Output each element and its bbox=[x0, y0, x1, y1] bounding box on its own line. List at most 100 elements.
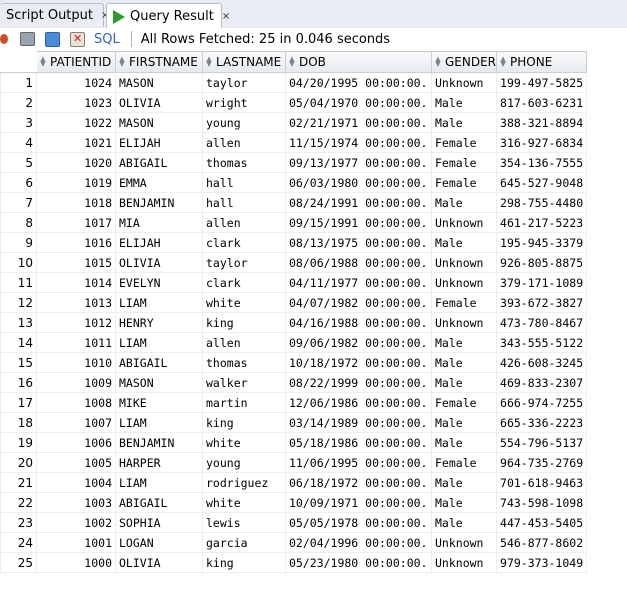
lastname-cell[interactable]: king bbox=[202, 552, 286, 573]
phone-cell[interactable]: 554-796-5137 bbox=[496, 432, 588, 453]
firstname-cell[interactable]: EMMA bbox=[115, 172, 203, 193]
phone-cell[interactable]: 645-527-9048 bbox=[496, 172, 588, 193]
gender-cell[interactable]: Male bbox=[430, 472, 498, 493]
patientid-cell[interactable]: 1001 bbox=[36, 532, 116, 553]
dob-cell[interactable]: 10/09/1971 00:00:00. bbox=[285, 492, 432, 513]
dob-cell[interactable]: 11/15/1974 00:00:00. bbox=[285, 132, 432, 153]
gender-cell[interactable]: Male bbox=[430, 352, 498, 373]
print-icon[interactable] bbox=[20, 32, 35, 46]
table-row[interactable]: 21 1004 LIAM rodriguez 06/18/1972 00:00:00. M… bbox=[0, 472, 588, 493]
gender-cell[interactable]: Female bbox=[430, 132, 498, 153]
patientid-cell[interactable]: 1005 bbox=[36, 452, 116, 473]
firstname-cell[interactable]: LIAM bbox=[115, 332, 203, 353]
firstname-cell[interactable]: BENJAMIN bbox=[115, 432, 203, 453]
lastname-cell[interactable]: garcia bbox=[202, 532, 286, 553]
phone-cell[interactable]: 926-805-8875 bbox=[496, 252, 588, 273]
table-row[interactable]: 14 1011 LIAM allen 09/06/1982 00:00:00. Male 3… bbox=[0, 332, 588, 353]
lastname-cell[interactable]: white bbox=[202, 432, 286, 453]
firstname-cell[interactable]: LIAM bbox=[115, 412, 203, 433]
dob-cell[interactable]: 08/22/1999 00:00:00. bbox=[285, 372, 432, 393]
sql-button[interactable]: SQL bbox=[94, 32, 120, 47]
lastname-cell[interactable]: king bbox=[202, 312, 286, 333]
lastname-cell[interactable]: white bbox=[202, 292, 286, 313]
firstname-cell[interactable]: ABIGAIL bbox=[115, 492, 203, 513]
column-header-phone[interactable]: ▲ ▼ PHONE bbox=[496, 51, 588, 73]
dob-cell[interactable]: 04/11/1977 00:00:00. bbox=[285, 272, 432, 293]
patientid-cell[interactable]: 1022 bbox=[36, 112, 116, 133]
dob-cell[interactable]: 06/18/1972 00:00:00. bbox=[285, 472, 432, 493]
dob-cell[interactable]: 04/07/1982 00:00:00. bbox=[285, 292, 432, 313]
table-row[interactable]: 15 1010 ABIGAIL thomas 10/18/1972 00:00:00. M… bbox=[0, 352, 588, 373]
dob-cell[interactable]: 09/15/1991 00:00:00. bbox=[285, 212, 432, 233]
lastname-cell[interactable]: clark bbox=[202, 272, 286, 293]
lastname-cell[interactable]: allen bbox=[202, 332, 286, 353]
table-row[interactable]: 7 1018 BENJAMIN hall 08/24/1991 00:00:00. Mal… bbox=[0, 192, 588, 213]
gender-cell[interactable]: Unknown bbox=[430, 272, 498, 293]
gender-cell[interactable]: Male bbox=[430, 112, 498, 133]
gender-cell[interactable]: Female bbox=[430, 152, 498, 173]
tab-query-result[interactable]: Query Result × bbox=[106, 3, 230, 29]
phone-cell[interactable]: 388-321-8894 bbox=[496, 112, 588, 133]
clear-icon[interactable] bbox=[70, 31, 85, 47]
firstname-cell[interactable]: OLIVIA bbox=[115, 252, 203, 273]
patientid-cell[interactable]: 1007 bbox=[36, 412, 116, 433]
patientid-cell[interactable]: 1003 bbox=[36, 492, 116, 513]
patientid-cell[interactable]: 1012 bbox=[36, 312, 116, 333]
table-row[interactable]: 10 1015 OLIVIA taylor 08/06/1988 00:00:00. Un… bbox=[0, 252, 588, 273]
sort-icon[interactable]: ▲ ▼ bbox=[434, 56, 442, 68]
phone-cell[interactable]: 817-603-6231 bbox=[496, 92, 588, 113]
dob-cell[interactable]: 06/03/1980 00:00:00. bbox=[285, 172, 432, 193]
dob-cell[interactable]: 02/21/1971 00:00:00. bbox=[285, 112, 432, 133]
lastname-cell[interactable]: rodriguez bbox=[202, 472, 286, 493]
lastname-cell[interactable]: hall bbox=[202, 192, 286, 213]
dob-cell[interactable]: 05/23/1980 00:00:00. bbox=[285, 552, 432, 573]
dob-cell[interactable]: 10/18/1972 00:00:00. bbox=[285, 352, 432, 373]
refresh-icon[interactable] bbox=[45, 31, 60, 47]
table-row[interactable]: 2 1023 OLIVIA wright 05/04/1970 00:00:00. Mal… bbox=[0, 92, 588, 113]
phone-cell[interactable]: 461-217-5223 bbox=[496, 212, 588, 233]
gender-cell[interactable]: Unknown bbox=[430, 552, 498, 573]
dob-cell[interactable]: 05/05/1978 00:00:00. bbox=[285, 512, 432, 533]
firstname-cell[interactable]: ELIJAH bbox=[115, 132, 203, 153]
phone-cell[interactable]: 473-780-8467 bbox=[496, 312, 588, 333]
column-header-gender[interactable]: ▲ ▼ GENDER bbox=[430, 51, 498, 73]
patientid-cell[interactable]: 1016 bbox=[36, 232, 116, 253]
firstname-cell[interactable]: BENJAMIN bbox=[115, 192, 203, 213]
phone-cell[interactable]: 979-373-1049 bbox=[496, 552, 588, 573]
gender-cell[interactable]: Female bbox=[430, 452, 498, 473]
patientid-cell[interactable]: 1014 bbox=[36, 272, 116, 293]
gender-cell[interactable]: Female bbox=[430, 292, 498, 313]
gender-cell[interactable]: Male bbox=[430, 92, 498, 113]
gender-cell[interactable]: Male bbox=[430, 432, 498, 453]
phone-cell[interactable]: 447-453-5405 bbox=[496, 512, 588, 533]
table-row[interactable]: 6 1019 EMMA hall 06/03/1980 00:00:00. Female 6… bbox=[0, 172, 588, 193]
patientid-cell[interactable]: 1004 bbox=[36, 472, 116, 493]
patientid-cell[interactable]: 1023 bbox=[36, 92, 116, 113]
dob-cell[interactable]: 05/04/1970 00:00:00. bbox=[285, 92, 432, 113]
patientid-cell[interactable]: 1013 bbox=[36, 292, 116, 313]
firstname-cell[interactable]: ABIGAIL bbox=[115, 352, 203, 373]
table-row[interactable]: 5 1020 ABIGAIL thomas 09/13/1977 00:00:00. Fe… bbox=[0, 152, 588, 173]
phone-cell[interactable]: 666-974-7255 bbox=[496, 392, 588, 413]
phone-cell[interactable]: 964-735-2769 bbox=[496, 452, 588, 473]
patientid-cell[interactable]: 1011 bbox=[36, 332, 116, 353]
column-header-patientid[interactable]: ▲ ▼ PATIENTID bbox=[36, 51, 116, 73]
firstname-cell[interactable]: SOPHIA bbox=[115, 512, 203, 533]
table-row[interactable]: 20 1005 HARPER young 11/06/1995 00:00:00. Fem… bbox=[0, 452, 588, 473]
dob-cell[interactable]: 12/06/1986 00:00:00. bbox=[285, 392, 432, 413]
patientid-cell[interactable]: 1018 bbox=[36, 192, 116, 213]
firstname-cell[interactable]: OLIVIA bbox=[115, 552, 203, 573]
column-header-dob[interactable]: ▲ ▼ DOB bbox=[285, 51, 432, 73]
phone-cell[interactable]: 379-171-1089 bbox=[496, 272, 588, 293]
lastname-cell[interactable]: wright bbox=[202, 92, 286, 113]
pin-icon[interactable] bbox=[0, 34, 8, 44]
tab-script-output[interactable]: Script Output × bbox=[0, 3, 109, 27]
dob-cell[interactable]: 04/20/1995 00:00:00. bbox=[285, 72, 432, 93]
phone-cell[interactable]: 298-755-4480 bbox=[496, 192, 588, 213]
table-row[interactable]: 12 1013 LIAM white 04/07/1982 00:00:00. Femal… bbox=[0, 292, 588, 313]
lastname-cell[interactable]: young bbox=[202, 452, 286, 473]
gender-cell[interactable]: Male bbox=[430, 332, 498, 353]
patientid-cell[interactable]: 1009 bbox=[36, 372, 116, 393]
lastname-cell[interactable]: clark bbox=[202, 232, 286, 253]
gender-cell[interactable]: Unknown bbox=[430, 532, 498, 553]
